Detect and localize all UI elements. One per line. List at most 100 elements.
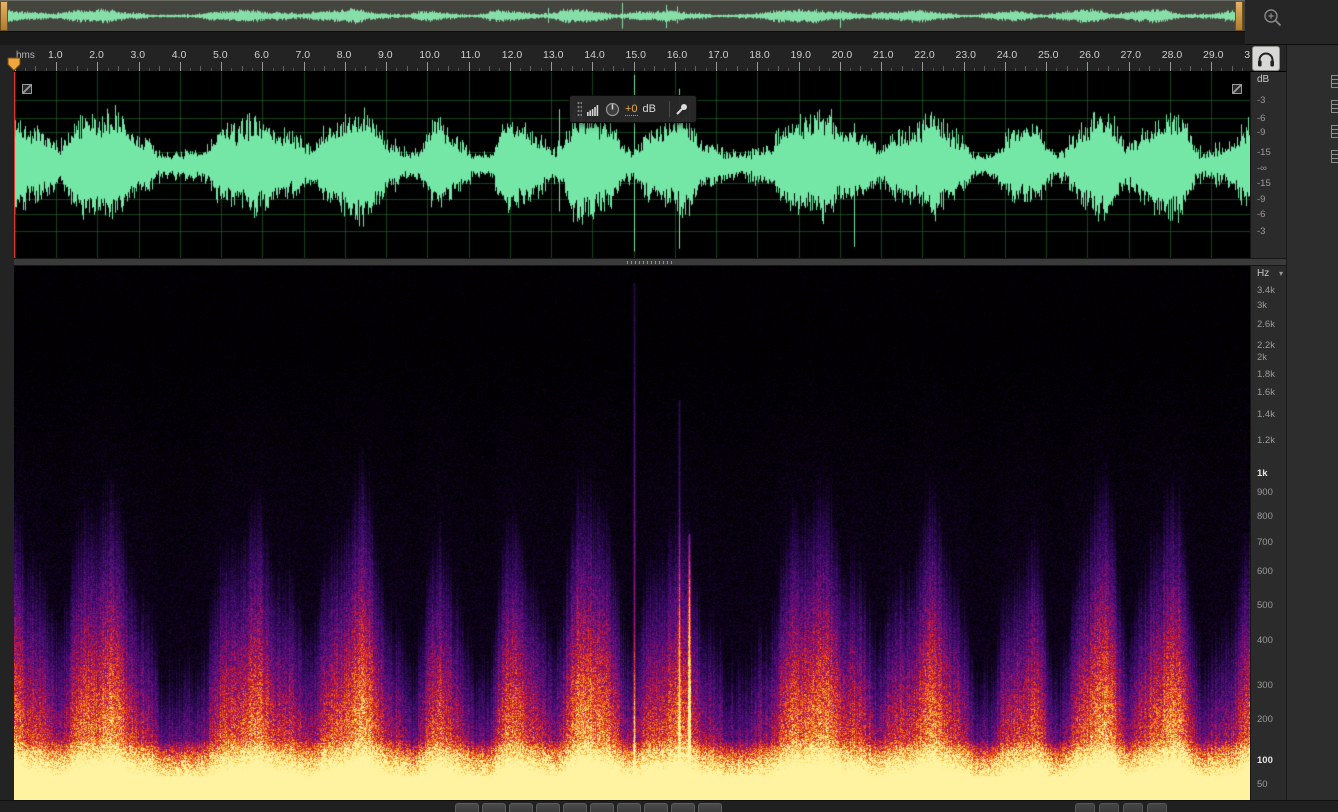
ruler-tick xyxy=(695,66,696,71)
ruler-tick xyxy=(974,68,975,71)
overview-waveform-canvas[interactable] xyxy=(8,1,1235,31)
ruler-tick xyxy=(139,62,140,71)
zoom-button[interactable] xyxy=(1147,803,1167,812)
ruler-tick xyxy=(664,68,665,71)
transport-button[interactable] xyxy=(698,803,722,812)
volume-hud[interactable]: +0 dB xyxy=(569,95,697,123)
dock-panel-icon[interactable] xyxy=(1331,75,1338,88)
ruler-tick xyxy=(87,68,88,71)
scale-tick-label: -9 xyxy=(1257,194,1266,206)
ruler-tick xyxy=(943,66,944,71)
zoom-icon[interactable] xyxy=(1262,7,1286,31)
ruler-tick xyxy=(66,68,67,71)
ruler-tick xyxy=(778,66,779,71)
dock-panel-icon[interactable] xyxy=(1331,100,1338,113)
ruler-tick xyxy=(1087,62,1088,71)
ruler-tick xyxy=(1242,68,1243,71)
transport-button[interactable] xyxy=(455,803,479,812)
ruler-tick-label: 28.0 xyxy=(1161,49,1183,61)
transport-button[interactable] xyxy=(482,803,506,812)
bottom-toolbar xyxy=(0,800,1338,812)
ruler-tick-label: 8.0 xyxy=(336,49,352,61)
ruler-tick xyxy=(1118,68,1119,71)
hz-scale-title: Hz xyxy=(1257,268,1270,279)
right-dock xyxy=(1286,45,1338,800)
frequency-scale[interactable]: Hz ▾ 3.4k 3k 2.6k 2.2k 2k 1.8k 1.6k 1.4k 1.2k 1k 9… xyxy=(1250,266,1286,800)
scale-menu-caret-icon[interactable]: ▾ xyxy=(1279,269,1283,278)
pin-icon[interactable] xyxy=(675,102,689,116)
selection-grip-left-icon[interactable] xyxy=(22,84,32,94)
ruler-tick xyxy=(35,66,36,71)
transport-button[interactable] xyxy=(590,803,614,812)
ruler-tick xyxy=(840,62,841,71)
transport-button[interactable] xyxy=(671,803,695,812)
ruler-tick xyxy=(365,66,366,71)
ruler-tick xyxy=(1149,66,1150,71)
ruler-tick xyxy=(489,66,490,71)
splitter-grip-icon[interactable] xyxy=(627,260,673,264)
transport-button[interactable] xyxy=(563,803,587,812)
scale-tick-label: 2k xyxy=(1257,351,1268,363)
ruler-tick xyxy=(396,68,397,71)
hud-drag-grip-icon[interactable] xyxy=(577,101,582,117)
ruler-tick-label: 26.0 xyxy=(1079,49,1100,61)
scale-tick-label: 1.4k xyxy=(1257,408,1275,420)
ruler-tick-label: 27.0 xyxy=(1120,49,1141,61)
ruler-tick-label: 11.0 xyxy=(460,49,481,61)
selection-grip-right-icon[interactable] xyxy=(1232,84,1242,94)
panel-splitter[interactable] xyxy=(14,258,1286,266)
dock-panel-icon[interactable] xyxy=(1331,150,1338,163)
timeline-ruler[interactable]: hms 1.0 2.0 3.0 4.0 5.0 6.0 7.0 8.0 9.0 10.0 11.0 1… xyxy=(14,45,1250,72)
ruler-tick xyxy=(706,68,707,71)
ruler-tick xyxy=(613,66,614,71)
ruler-tick-label: 1.0 xyxy=(48,49,63,61)
scale-tick-label: 100 xyxy=(1257,754,1273,766)
ruler-tick xyxy=(211,68,212,71)
transport-button[interactable] xyxy=(644,803,668,812)
ruler-tick xyxy=(788,68,789,71)
gain-knob-icon[interactable] xyxy=(605,102,620,117)
spectrogram-panel[interactable] xyxy=(14,266,1250,800)
ruler-tick xyxy=(1067,66,1068,71)
ruler-tick xyxy=(386,62,387,71)
ruler-tick xyxy=(747,68,748,71)
ruler-tick xyxy=(149,68,150,71)
ruler-tick xyxy=(964,62,965,71)
ruler-tick xyxy=(860,66,861,71)
transport-button[interactable] xyxy=(509,803,533,812)
ruler-tick xyxy=(1139,68,1140,71)
zoom-button[interactable] xyxy=(1099,803,1119,812)
ruler-tick xyxy=(252,68,253,71)
ruler-tick xyxy=(200,66,201,71)
amplitude-scale[interactable]: dB -3 -6 -9 -15 -∞ -15 -9 -6 -3 xyxy=(1250,72,1286,258)
left-gutter xyxy=(0,45,14,812)
transport-button[interactable] xyxy=(536,803,560,812)
db-scale-title: dB xyxy=(1257,74,1270,85)
scale-tick-label: 900 xyxy=(1257,487,1273,499)
monitor-button[interactable] xyxy=(1252,46,1280,71)
ruler-tick-label: 5.0 xyxy=(213,49,228,61)
ruler-tick-label: 25.0 xyxy=(1038,49,1059,61)
scale-tick-label: -6 xyxy=(1257,208,1266,220)
zoom-button[interactable] xyxy=(1075,803,1095,812)
ruler-tick-label: 18.0 xyxy=(749,49,770,61)
ruler-tick xyxy=(582,68,583,71)
scale-tick-label: 1.6k xyxy=(1257,387,1275,399)
volume-bars-icon[interactable] xyxy=(587,103,600,116)
ruler-tick xyxy=(1046,62,1047,71)
overview-scrollbar[interactable] xyxy=(0,0,1245,32)
ruler-tick xyxy=(304,62,305,71)
spectrogram-canvas[interactable] xyxy=(14,266,1250,800)
playhead-marker[interactable] xyxy=(7,57,22,72)
overview-right-handle[interactable] xyxy=(1235,1,1243,31)
transport-button[interactable] xyxy=(617,803,641,812)
ruler-tick xyxy=(1025,66,1026,71)
zoom-button[interactable] xyxy=(1123,803,1143,812)
dock-panel-icon[interactable] xyxy=(1331,125,1338,138)
scale-tick-label: 3k xyxy=(1257,299,1268,311)
overview-left-handle[interactable] xyxy=(0,1,8,31)
ruler-tick-label: 14.0 xyxy=(584,49,605,61)
gain-value[interactable]: +0 xyxy=(625,103,638,116)
ruler-tick xyxy=(324,66,325,71)
ruler-tick xyxy=(334,68,335,71)
